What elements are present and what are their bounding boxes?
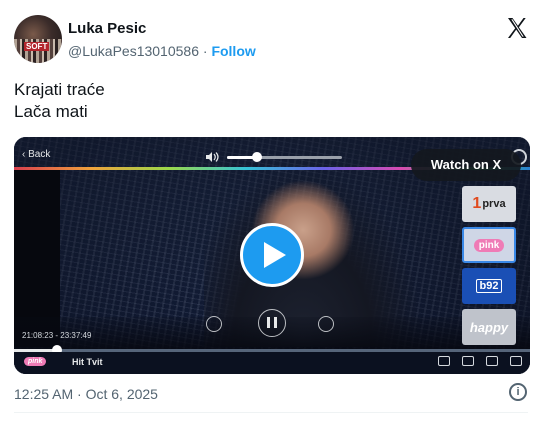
back-button[interactable]: ‹ Back	[22, 149, 50, 160]
channel-b92[interactable]: b92	[462, 268, 516, 304]
avatar[interactable]: SOFT	[14, 15, 62, 63]
play-icon	[264, 242, 286, 268]
author-name[interactable]: Luka Pesic	[68, 20, 146, 37]
follow-button[interactable]: Follow	[211, 43, 255, 59]
separator: ·	[202, 43, 208, 59]
tweet-text: Krajati traće Lača mati	[14, 79, 105, 123]
channel-prva[interactable]: 1 prva	[462, 186, 516, 222]
channel-label: pink	[473, 238, 505, 252]
tweet-text-line: Lača mati	[14, 102, 88, 121]
author-handle-row: @LukaPes13010586 · Follow	[68, 43, 256, 59]
time-range: 21:08:23 - 23:37:49	[22, 331, 92, 340]
divider	[14, 412, 528, 413]
video-player[interactable]: ‹ Back Watch on X 1 prva pink b92 happy …	[14, 137, 530, 374]
back-label: Back	[28, 149, 51, 160]
rewind-icon[interactable]	[206, 316, 222, 332]
volume-slider-handle[interactable]	[252, 152, 262, 162]
author-handle[interactable]: @LukaPes13010586	[68, 43, 199, 59]
channel-pink[interactable]: pink	[462, 227, 516, 263]
channel-number: 1	[472, 195, 482, 212]
play-button[interactable]	[240, 223, 304, 287]
channel-label: happy	[469, 319, 509, 335]
tweet-text-line: Krajati traće	[14, 80, 105, 99]
pause-button[interactable]	[258, 309, 286, 337]
avatar-text: SOFT	[24, 42, 50, 51]
channel-label: b92	[475, 279, 503, 293]
channel-happy[interactable]: happy	[462, 309, 516, 345]
back-arrow-icon: ‹	[22, 149, 26, 160]
volume-icon[interactable]	[206, 152, 220, 162]
forward-icon[interactable]	[318, 316, 334, 332]
cast-icon[interactable]	[438, 356, 450, 366]
show-name: Hit Tvit	[72, 357, 103, 367]
tweet-card: SOFT Luka Pesic @LukaPes13010586 · Follo…	[0, 0, 542, 426]
pause-icon	[267, 317, 270, 328]
channel-list: 1 prva pink b92 happy	[462, 186, 516, 350]
airplay-icon[interactable]	[462, 356, 474, 366]
x-logo-icon[interactable]	[505, 16, 529, 40]
pause-icon	[274, 317, 277, 328]
watch-on-x-button[interactable]: Watch on X	[411, 149, 521, 181]
channel-label: prva	[482, 198, 506, 210]
fullscreen-icon[interactable]	[486, 356, 498, 366]
bottom-channel-logo: pink	[24, 357, 47, 366]
info-icon[interactable]: i	[509, 383, 527, 401]
share-icon[interactable]	[510, 356, 522, 366]
tweet-timestamp[interactable]: 12:25 AM · Oct 6, 2025	[14, 386, 158, 402]
